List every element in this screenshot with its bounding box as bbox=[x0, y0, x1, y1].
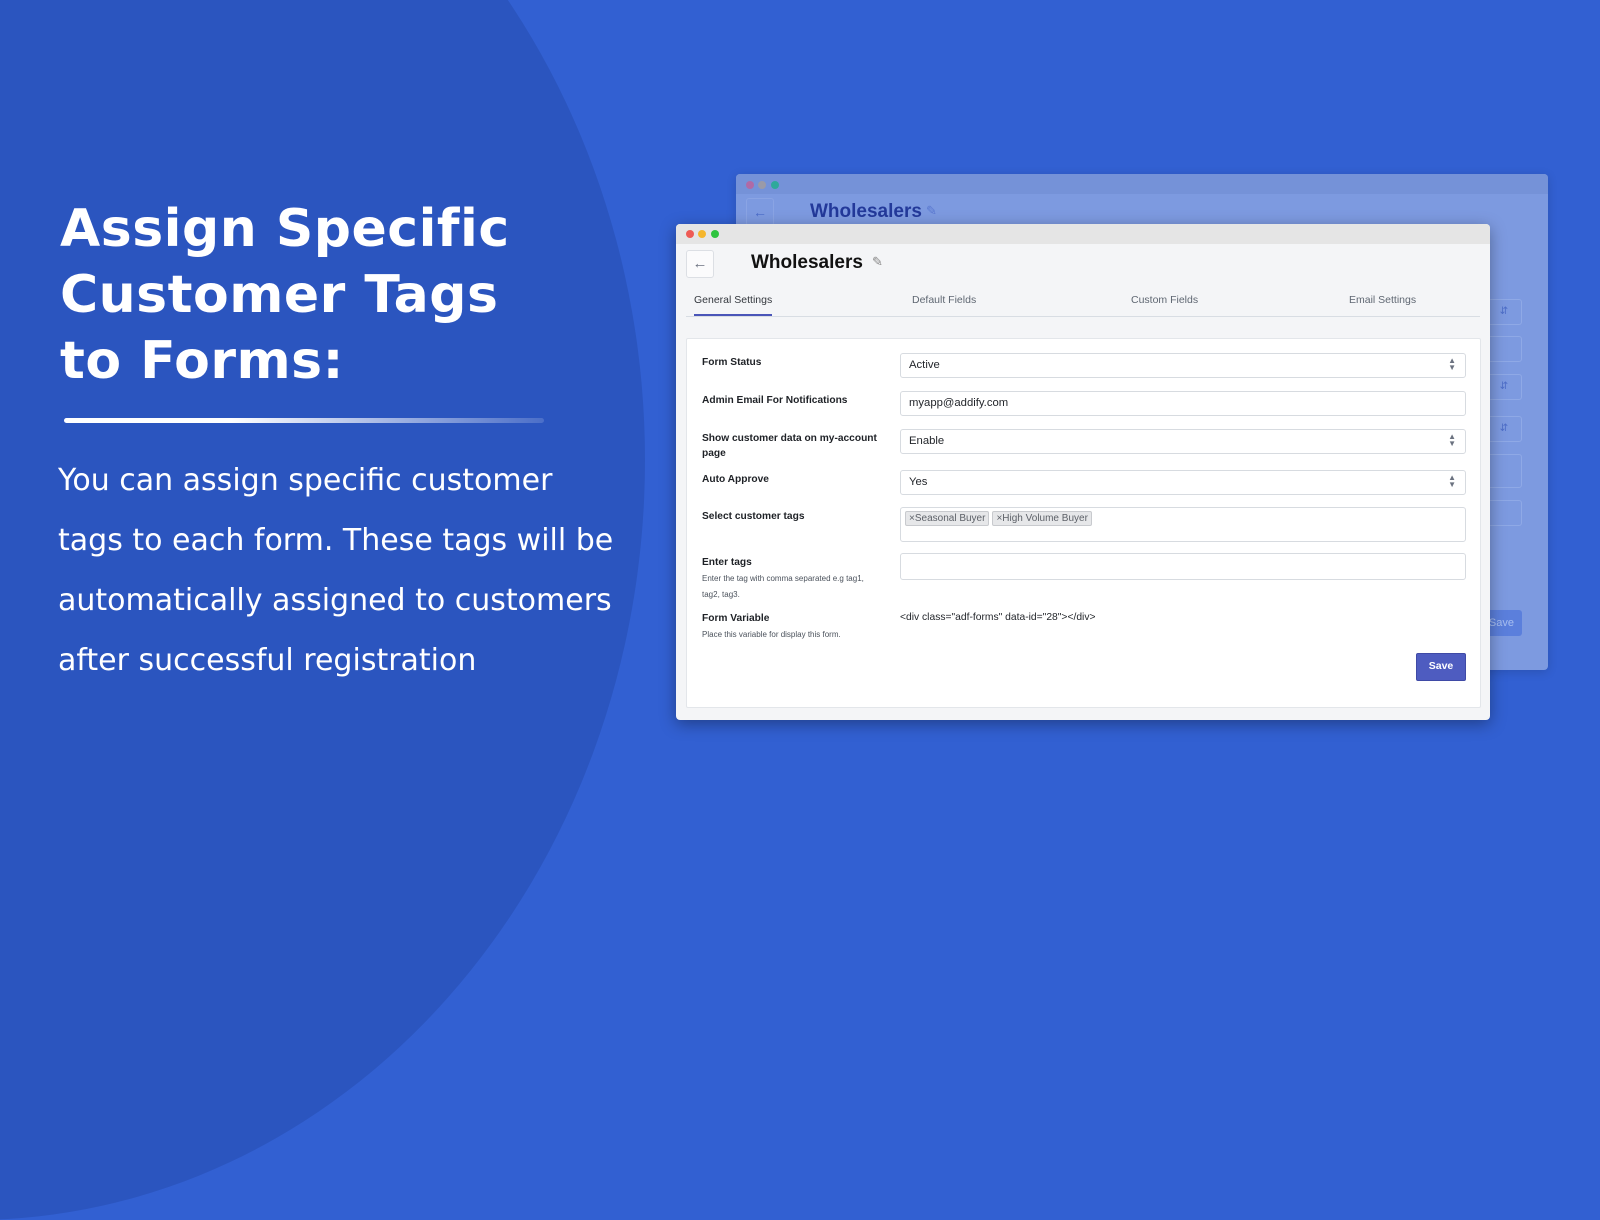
back-button[interactable]: ← bbox=[686, 250, 714, 278]
tag-chip-label: Seasonal Buyer bbox=[914, 513, 986, 524]
maximize-dot-icon bbox=[771, 181, 779, 189]
select-arrows-icon: ▲ ▼ bbox=[1448, 473, 1456, 489]
show-customer-data-label: Show customer data on my-account page bbox=[702, 433, 877, 459]
enter-tags-help: Enter the tag with comma separated e.g t… bbox=[702, 574, 864, 599]
auto-approve-select[interactable]: Yes ▲ ▼ bbox=[900, 470, 1466, 495]
minimize-dot-icon bbox=[758, 181, 766, 189]
arrow-left-icon: ← bbox=[746, 198, 774, 226]
save-button[interactable]: Save bbox=[1416, 653, 1466, 681]
show-customer-data-value: Enable bbox=[909, 435, 945, 447]
admin-email-label: Admin Email For Notifications bbox=[702, 395, 848, 406]
enter-tags-label: Enter tags Enter the tag with comma sepa… bbox=[702, 555, 882, 603]
tab-custom-fields[interactable]: Custom Fields bbox=[1131, 294, 1198, 306]
auto-approve-label: Auto Approve bbox=[702, 474, 769, 485]
window-titlebar bbox=[676, 224, 1490, 244]
enter-tags-label-text: Enter tags bbox=[702, 557, 752, 568]
ghost-select: ⇵ bbox=[1486, 374, 1522, 400]
customer-tags-multiselect[interactable]: ×Seasonal Buyer ×High Volume Buyer bbox=[900, 507, 1466, 542]
admin-email-input[interactable]: myapp@addify.com bbox=[900, 391, 1466, 416]
background-window-title: Wholesalers bbox=[810, 201, 922, 222]
app-window: ← Wholesalers ✎ General Settings Default… bbox=[676, 224, 1490, 720]
form-variable-code: <div class="adf-forms" data-id="28"></di… bbox=[900, 612, 1096, 623]
ghost-tags bbox=[1486, 454, 1522, 488]
hero-description: You can assign specific customer tags to… bbox=[58, 463, 614, 678]
select-arrows-icon: ▲ ▼ bbox=[1448, 356, 1456, 372]
form-status-value: Active bbox=[909, 359, 940, 371]
ghost-select: ⇵ bbox=[1486, 416, 1522, 442]
hero-title-line: Assign Specific bbox=[60, 199, 510, 259]
tag-chip: ×High Volume Buyer bbox=[992, 511, 1092, 526]
ghost-select: ⇵ bbox=[1486, 299, 1522, 325]
form-variable-label: Form Variable Place this variable for di… bbox=[702, 611, 882, 643]
arrow-left-icon: ← bbox=[692, 255, 708, 272]
hero-title-line: Customer Tags bbox=[60, 265, 499, 325]
maximize-dot-icon[interactable] bbox=[711, 230, 719, 238]
form-variable-help: Place this variable for display this for… bbox=[702, 630, 841, 639]
form-status-select[interactable]: Active ▲ ▼ bbox=[900, 353, 1466, 378]
ghost-input bbox=[1486, 336, 1522, 362]
close-dot-icon bbox=[746, 181, 754, 189]
enter-tags-input[interactable] bbox=[900, 553, 1466, 580]
tab-default-fields[interactable]: Default Fields bbox=[912, 294, 976, 306]
select-arrows-icon: ▲ ▼ bbox=[1448, 432, 1456, 448]
form-variable-label-text: Form Variable bbox=[702, 613, 770, 624]
tab-general-settings[interactable]: General Settings bbox=[694, 294, 773, 316]
hero-title-line: to Forms: bbox=[60, 331, 344, 391]
background-window-titlebar bbox=[736, 174, 1548, 194]
pencil-icon: ✎ bbox=[926, 203, 937, 218]
close-dot-icon[interactable] bbox=[686, 230, 694, 238]
page-title: Wholesalers bbox=[751, 252, 863, 273]
general-settings-form: Form Status Active ▲ ▼ Admin Email For No… bbox=[686, 338, 1481, 708]
ghost-input bbox=[1486, 500, 1522, 526]
hero-title: Assign Specific Customer Tags to Forms: bbox=[60, 196, 620, 394]
tag-chip: ×Seasonal Buyer bbox=[905, 511, 990, 526]
form-status-label: Form Status bbox=[702, 357, 762, 368]
minimize-dot-icon[interactable] bbox=[698, 230, 706, 238]
customer-tags-label: Select customer tags bbox=[702, 511, 805, 522]
tab-bar: General Settings Default Fields Custom F… bbox=[686, 288, 1480, 317]
page-header: ← Wholesalers ✎ bbox=[676, 244, 1490, 288]
show-customer-data-select[interactable]: Enable ▲ ▼ bbox=[900, 429, 1466, 454]
hero-divider bbox=[64, 418, 544, 423]
tab-email-settings[interactable]: Email Settings bbox=[1349, 294, 1416, 306]
pencil-icon[interactable]: ✎ bbox=[872, 254, 883, 270]
tag-chip-label: High Volume Buyer bbox=[1002, 513, 1088, 524]
hero-section: Assign Specific Customer Tags to Forms: … bbox=[58, 196, 620, 691]
auto-approve-value: Yes bbox=[909, 476, 928, 488]
